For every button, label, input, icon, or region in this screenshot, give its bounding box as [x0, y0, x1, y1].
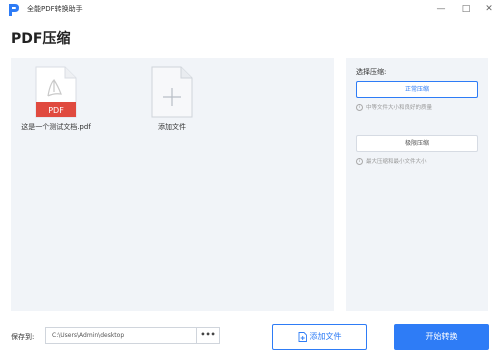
normal-compression-description-text: 中等文件大小和良好的质量	[366, 105, 433, 111]
add-file-button-label: 添加文件	[309, 332, 342, 341]
start-convert-button[interactable]: 开始转换	[394, 324, 489, 350]
add-file-tile-label: 添加文件	[158, 123, 186, 131]
extreme-compression-description: i 最大压缩和最小文件大小	[356, 157, 427, 165]
add-file-icon	[298, 332, 307, 342]
file-list-area[interactable]: PDF 这是一个测试文档.pdf 添加文件	[11, 58, 334, 311]
app-logo-icon	[9, 4, 19, 16]
browse-button[interactable]: •••	[196, 327, 220, 344]
add-file-tile[interactable]: 添加文件	[129, 66, 215, 132]
normal-compression-button[interactable]: 正常压缩	[356, 81, 478, 98]
maximize-button[interactable]: □	[458, 2, 474, 16]
normal-compression-description: i 中等文件大小和良好的质量	[356, 103, 432, 111]
page-title: PDF压缩	[11, 31, 71, 47]
app-title: 全能PDF转换助手	[27, 5, 83, 13]
pdf-badge-label: PDF	[48, 106, 64, 115]
info-icon: i	[356, 103, 363, 111]
save-path-input[interactable]	[45, 327, 196, 344]
info-icon: i	[356, 157, 363, 165]
add-file-plus-icon	[151, 66, 193, 118]
file-name: 这是一个测试文档.pdf	[21, 123, 91, 131]
compression-options-panel: 选择压缩: 正常压缩 i 中等文件大小和良好的质量 极限压缩 i 最大压缩和最小文件…	[346, 58, 488, 311]
save-to-label: 保存到:	[11, 333, 35, 341]
add-file-button[interactable]: 添加文件	[272, 324, 367, 350]
extreme-compression-description-text: 最大压缩和最小文件大小	[366, 159, 427, 165]
extreme-compression-button[interactable]: 极限压缩	[356, 135, 478, 152]
pdf-file-icon: PDF	[35, 66, 77, 118]
minimize-button[interactable]: —	[433, 2, 449, 16]
close-button[interactable]: ✕	[481, 2, 497, 16]
compression-title: 选择压缩:	[356, 68, 387, 76]
file-item[interactable]: PDF 这是一个测试文档.pdf	[13, 66, 99, 132]
title-bar: 全能PDF转换助手 — □ ✕	[0, 0, 500, 20]
